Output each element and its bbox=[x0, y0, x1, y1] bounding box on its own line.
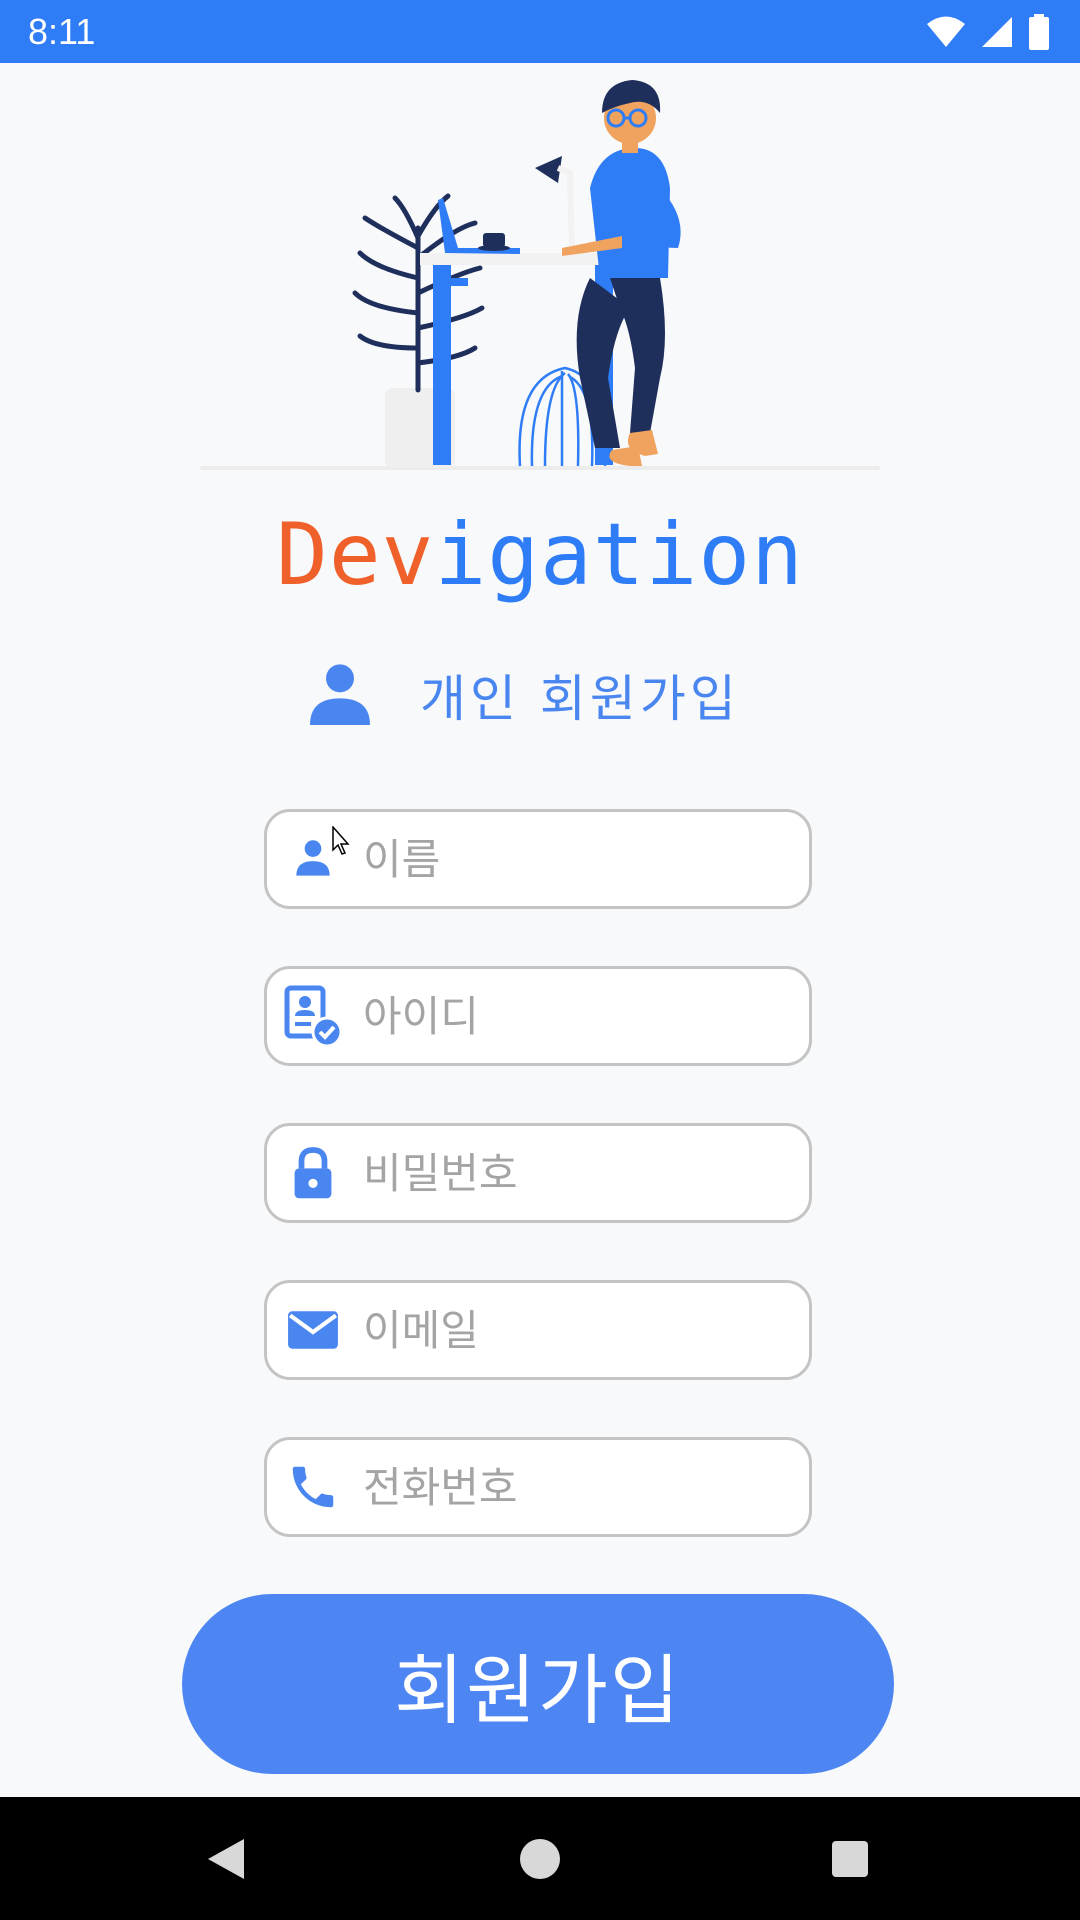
wifi-icon bbox=[927, 16, 965, 47]
brand-part-igation: igation bbox=[434, 505, 804, 605]
name-input[interactable] bbox=[361, 833, 785, 885]
password-field[interactable] bbox=[264, 1123, 812, 1223]
person-icon bbox=[310, 664, 370, 725]
mouse-cursor-icon bbox=[332, 826, 350, 855]
mail-icon bbox=[283, 1300, 343, 1360]
phone-icon bbox=[283, 1457, 343, 1517]
system-nav-bar bbox=[0, 1797, 1080, 1920]
developer-illustration bbox=[200, 80, 880, 470]
section-title: 개인 회원가입 bbox=[420, 670, 740, 728]
phone-input[interactable] bbox=[361, 1461, 785, 1513]
back-icon[interactable] bbox=[196, 1829, 256, 1889]
user-id-input[interactable] bbox=[361, 990, 785, 1042]
email-input[interactable] bbox=[361, 1304, 785, 1356]
name-field[interactable] bbox=[264, 809, 812, 909]
recents-icon[interactable] bbox=[820, 1829, 880, 1889]
id-badge-check-icon bbox=[283, 985, 343, 1048]
status-time: 8:11 bbox=[28, 11, 96, 52]
cellular-signal-icon bbox=[982, 17, 1012, 47]
status-bar: 8:11 bbox=[0, 0, 1080, 63]
home-icon[interactable] bbox=[510, 1829, 570, 1889]
lock-icon bbox=[283, 1143, 343, 1203]
email-field[interactable] bbox=[264, 1280, 812, 1380]
phone-field[interactable] bbox=[264, 1437, 812, 1537]
password-input[interactable] bbox=[361, 1147, 785, 1199]
section-header: 개인 회원가입 bbox=[300, 655, 740, 735]
status-icons bbox=[926, 12, 1050, 52]
brand-part-dev: Dev bbox=[276, 505, 435, 605]
signup-button[interactable]: 회원가입 bbox=[182, 1594, 894, 1774]
user-id-field[interactable] bbox=[264, 966, 812, 1066]
app-logo-title: Devigation bbox=[0, 500, 1080, 610]
signup-screen: 8:11 Devigation 개인 회원가입 이름 아이디 이메일 전화번호 … bbox=[0, 0, 1080, 1920]
battery-icon bbox=[1029, 14, 1049, 50]
